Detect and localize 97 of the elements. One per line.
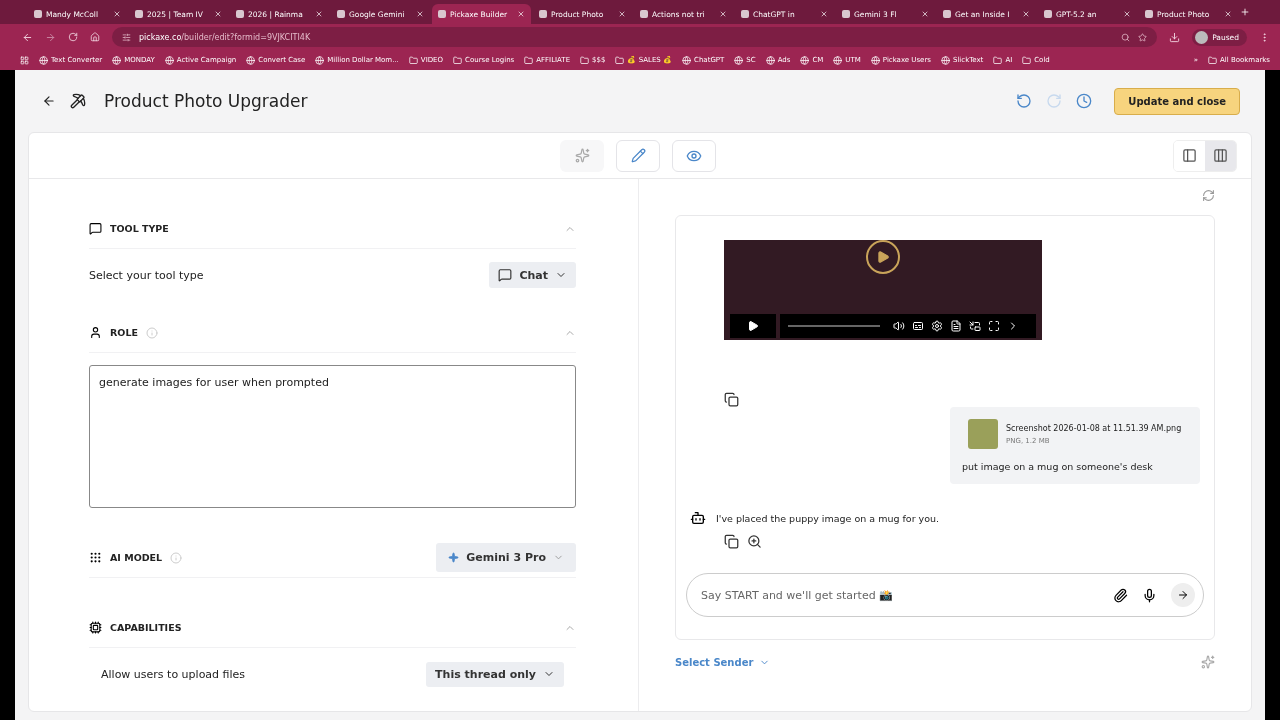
preview-button[interactable] [672,139,716,172]
close-icon[interactable] [618,10,626,18]
dots-icon [89,551,102,564]
columns-icon [1213,148,1228,163]
folder-icon [453,55,463,65]
message-text: put image on a mug on someone's desk [962,461,1154,472]
close-icon[interactable] [820,10,828,18]
globe-icon [800,55,810,65]
mic-icon[interactable] [1142,587,1157,603]
close-icon[interactable] [517,10,525,18]
undo-icon[interactable] [1016,93,1033,109]
history-icon[interactable] [1076,93,1093,109]
section-title: TOOL TYPE [110,223,169,234]
photo-placeholder [968,419,998,449]
attach-icon[interactable] [1113,587,1128,603]
captions-icon[interactable] [912,320,924,332]
download-icon[interactable] [1169,31,1181,43]
send-button[interactable] [1171,583,1195,607]
folder-icon [1208,55,1217,65]
play-button[interactable] [730,314,776,338]
globe-icon [246,55,256,65]
globe-icon [833,55,843,65]
layout-toggle[interactable] [1205,140,1236,171]
globe-icon [112,55,122,65]
url-text: pickaxe.co/builder/edit?formid=9VJKCITI4K [139,32,311,42]
arrow-right-icon [1177,588,1189,602]
close-icon[interactable] [1224,10,1232,18]
zoom-icon[interactable] [747,534,762,549]
setting-label: Allow users to upload files [101,667,246,681]
panel-icon [1182,148,1197,163]
select-sender[interactable]: Select Sender [675,656,771,668]
apps-icon[interactable] [20,55,29,65]
section-title: ROLE [110,327,138,338]
chip-icon [89,621,102,634]
sparkle-icon [448,552,460,563]
type-select[interactable]: Chat [489,262,576,288]
back-icon[interactable] [42,94,56,108]
close-icon[interactable] [719,10,727,18]
play-icon [876,250,890,264]
pip-icon[interactable] [969,320,981,332]
folder-icon [615,55,625,65]
forward-icon[interactable] [45,31,56,43]
section-title: CAPABILITIES [110,622,182,633]
volume-icon[interactable] [893,320,905,332]
page-title: Product Photo Upgrader [104,91,309,111]
model-select[interactable]: Gemini 3 Pro [436,543,576,572]
attachment-name: Screenshot 2026-01-08 at 11.51.39 AM.png [1006,423,1182,433]
role-textarea[interactable]: generate images for user when prompted [89,365,576,508]
globe-icon [682,55,692,65]
play-circle-button[interactable] [866,240,900,274]
play-icon [747,320,759,332]
site-settings-icon[interactable] [122,32,131,42]
copy-icon[interactable] [724,534,739,549]
globe-icon [315,55,325,65]
folder-icon [408,55,418,65]
close-icon[interactable] [1123,10,1131,18]
setting-label: Select your tool type [89,268,204,282]
section-title: AI MODEL [110,552,163,563]
chat-icon [89,222,102,235]
bot-message: I've placed the puppy image on a mug for you. [716,512,940,524]
folder-icon [524,55,534,65]
bot-icon [690,510,706,526]
globe-icon [39,55,48,65]
settings-icon[interactable] [931,320,943,332]
fullscreen-icon[interactable] [988,320,1000,332]
new-tab-icon[interactable] [1240,7,1250,17]
globe-icon [940,55,950,65]
copy-icon[interactable] [724,392,739,407]
user-icon [89,326,102,339]
home-icon[interactable] [90,32,100,42]
folder-icon [1022,55,1032,65]
globe-icon [765,55,775,65]
pickaxe-icon [70,93,86,109]
reload-icon[interactable] [68,32,78,42]
address-bar[interactable]: pickaxe.co/builder/edit?formid=9VJKCITI4K [112,27,1158,47]
close-icon[interactable] [921,10,929,18]
update-button[interactable]: Update and close [1114,87,1240,115]
close-icon[interactable] [113,10,121,18]
close-icon[interactable] [416,10,424,18]
globe-icon [164,55,174,65]
close-icon[interactable] [1022,10,1030,18]
globe-icon [870,55,880,65]
search-icon[interactable] [1121,32,1131,42]
edit-button[interactable] [616,139,660,172]
close-icon[interactable] [315,10,323,18]
close-icon[interactable] [214,10,222,18]
star-icon[interactable] [1138,32,1148,42]
chat-icon [498,268,513,282]
pencil-icon [630,148,646,163]
folder-icon [580,55,590,65]
type-select[interactable]: This thread only [426,661,564,687]
folder-icon [993,55,1003,65]
refresh-icon[interactable] [1202,189,1215,202]
transcript-icon[interactable] [950,320,962,332]
avatar-icon [1195,30,1209,44]
sparkles-icon [574,148,590,163]
globe-icon [734,55,744,65]
